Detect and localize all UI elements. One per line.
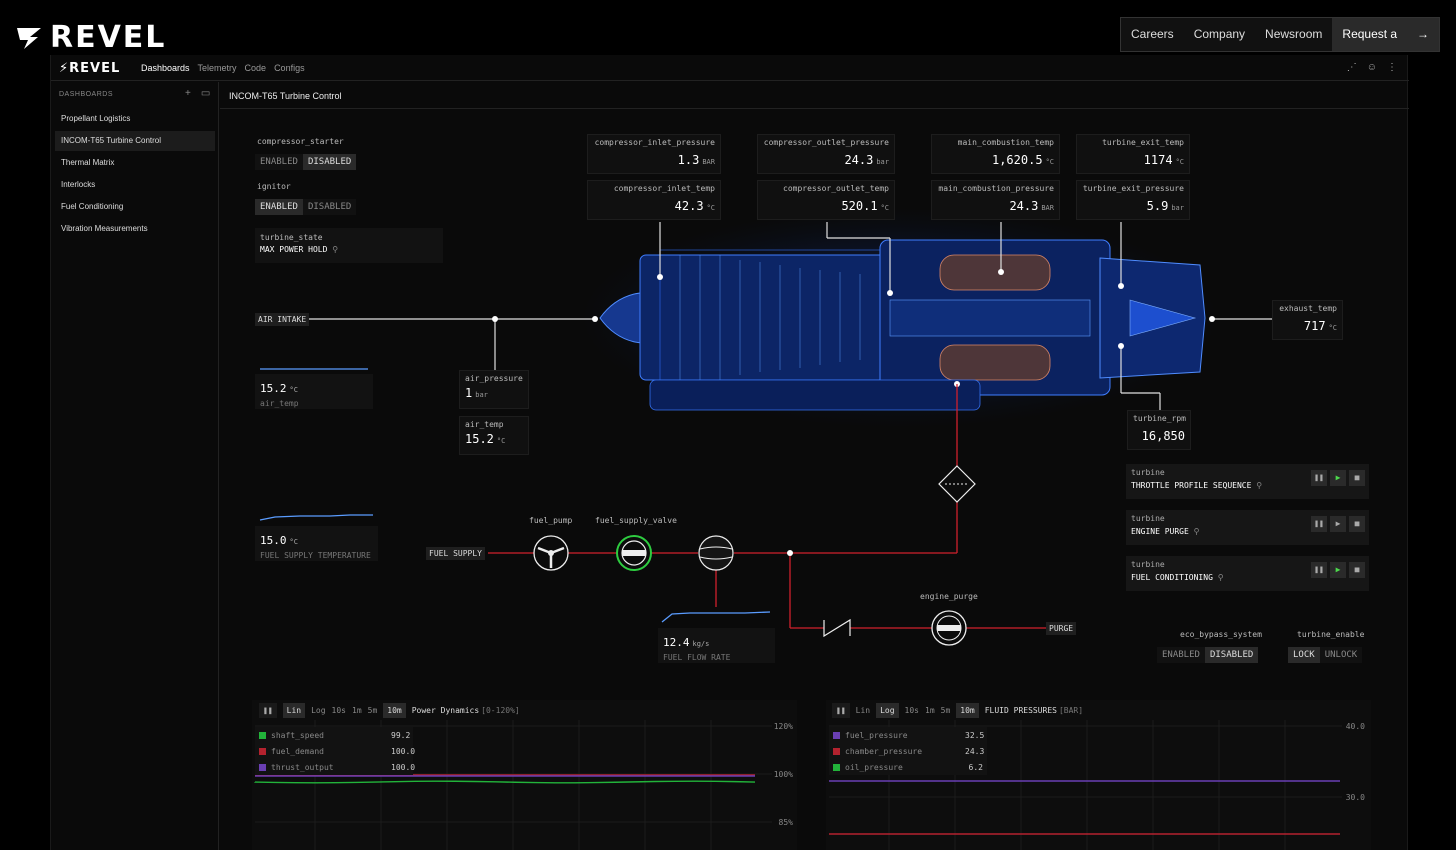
scale-lin-button[interactable]: Lin bbox=[856, 706, 870, 715]
pause-icon[interactable]: ❚❚ bbox=[259, 703, 277, 718]
power-dynamics-legend: shaft_speed 99.2 fuel_demand 100.0 thrust_… bbox=[255, 727, 416, 775]
y-tick-label: 100% bbox=[774, 770, 793, 779]
legend-name: chamber_pressure bbox=[845, 746, 923, 756]
legend-name: fuel_demand bbox=[271, 746, 324, 756]
legend-value: 32.5 bbox=[965, 730, 985, 740]
fluid-pressures-title: FLUID PRESSURES bbox=[984, 706, 1057, 715]
legend-swatch bbox=[833, 763, 840, 771]
y-tick-label: 120% bbox=[774, 722, 793, 731]
legend-value: 99.2 bbox=[391, 730, 411, 740]
power-dynamics-range: [0-120%] bbox=[481, 706, 520, 715]
range-10s-button[interactable]: 10s bbox=[905, 706, 919, 715]
legend-row: chamber_pressure 24.3 bbox=[829, 743, 987, 759]
scale-log-button[interactable]: Log bbox=[311, 706, 325, 715]
series-line-shaft_speed bbox=[254, 780, 756, 784]
legend-row: oil_pressure 6.2 bbox=[829, 759, 987, 775]
range-10s-button[interactable]: 10s bbox=[332, 706, 346, 715]
legend-name: shaft_speed bbox=[271, 730, 324, 740]
fluid-pressures-range: [BAR] bbox=[1058, 706, 1084, 715]
legend-row: shaft_speed 99.2 bbox=[255, 727, 413, 743]
legend-value: 6.2 bbox=[968, 762, 983, 772]
legend-value: 24.3 bbox=[965, 746, 985, 756]
range-10m-button[interactable]: 10m bbox=[383, 703, 406, 718]
power-dynamics-toolbar: ❚❚ Lin Log 10s 1m 5m 10m Power Dynamics … bbox=[259, 703, 520, 718]
pause-icon[interactable]: ❚❚ bbox=[832, 703, 850, 718]
fluid-pressures-legend: fuel_pressure 32.5 chamber_pressure 24.3 o… bbox=[829, 727, 987, 775]
range-1m-button[interactable]: 1m bbox=[352, 706, 362, 715]
charts-canvas: 120% 100% 85% 40.0 30.0 bbox=[254, 720, 1365, 850]
legend-row: fuel_demand 100.0 bbox=[255, 743, 416, 759]
range-1m-button[interactable]: 1m bbox=[925, 706, 935, 715]
range-10m-button[interactable]: 10m bbox=[956, 703, 979, 718]
legend-name: thrust_output bbox=[271, 762, 334, 772]
y-tick-label: 30.0 bbox=[1346, 793, 1365, 802]
legend-swatch bbox=[833, 747, 840, 755]
fluid-pressures-toolbar: ❚❚ Lin Log 10s 1m 5m 10m FLUID PRESSURES… bbox=[832, 703, 1083, 718]
legend-row: thrust_output 100.0 bbox=[255, 759, 416, 775]
power-dynamics-title: Power Dynamics bbox=[411, 706, 480, 715]
legend-name: oil_pressure bbox=[845, 762, 903, 772]
y-tick-label: 85% bbox=[779, 818, 794, 827]
legend-value: 100.0 bbox=[391, 762, 416, 772]
y-tick-label: 40.0 bbox=[1346, 722, 1365, 731]
legend-value: 100.0 bbox=[391, 746, 416, 756]
scale-log-button[interactable]: Log bbox=[876, 703, 899, 718]
legend-swatch bbox=[259, 747, 266, 755]
legend-swatch bbox=[833, 731, 840, 739]
legend-swatch bbox=[259, 731, 266, 739]
legend-swatch bbox=[259, 763, 266, 771]
legend-row: fuel_pressure 32.5 bbox=[829, 727, 987, 743]
range-5m-button[interactable]: 5m bbox=[941, 706, 951, 715]
legend-name: fuel_pressure bbox=[845, 730, 908, 740]
range-5m-button[interactable]: 5m bbox=[368, 706, 378, 715]
scale-lin-button[interactable]: Lin bbox=[282, 703, 306, 718]
